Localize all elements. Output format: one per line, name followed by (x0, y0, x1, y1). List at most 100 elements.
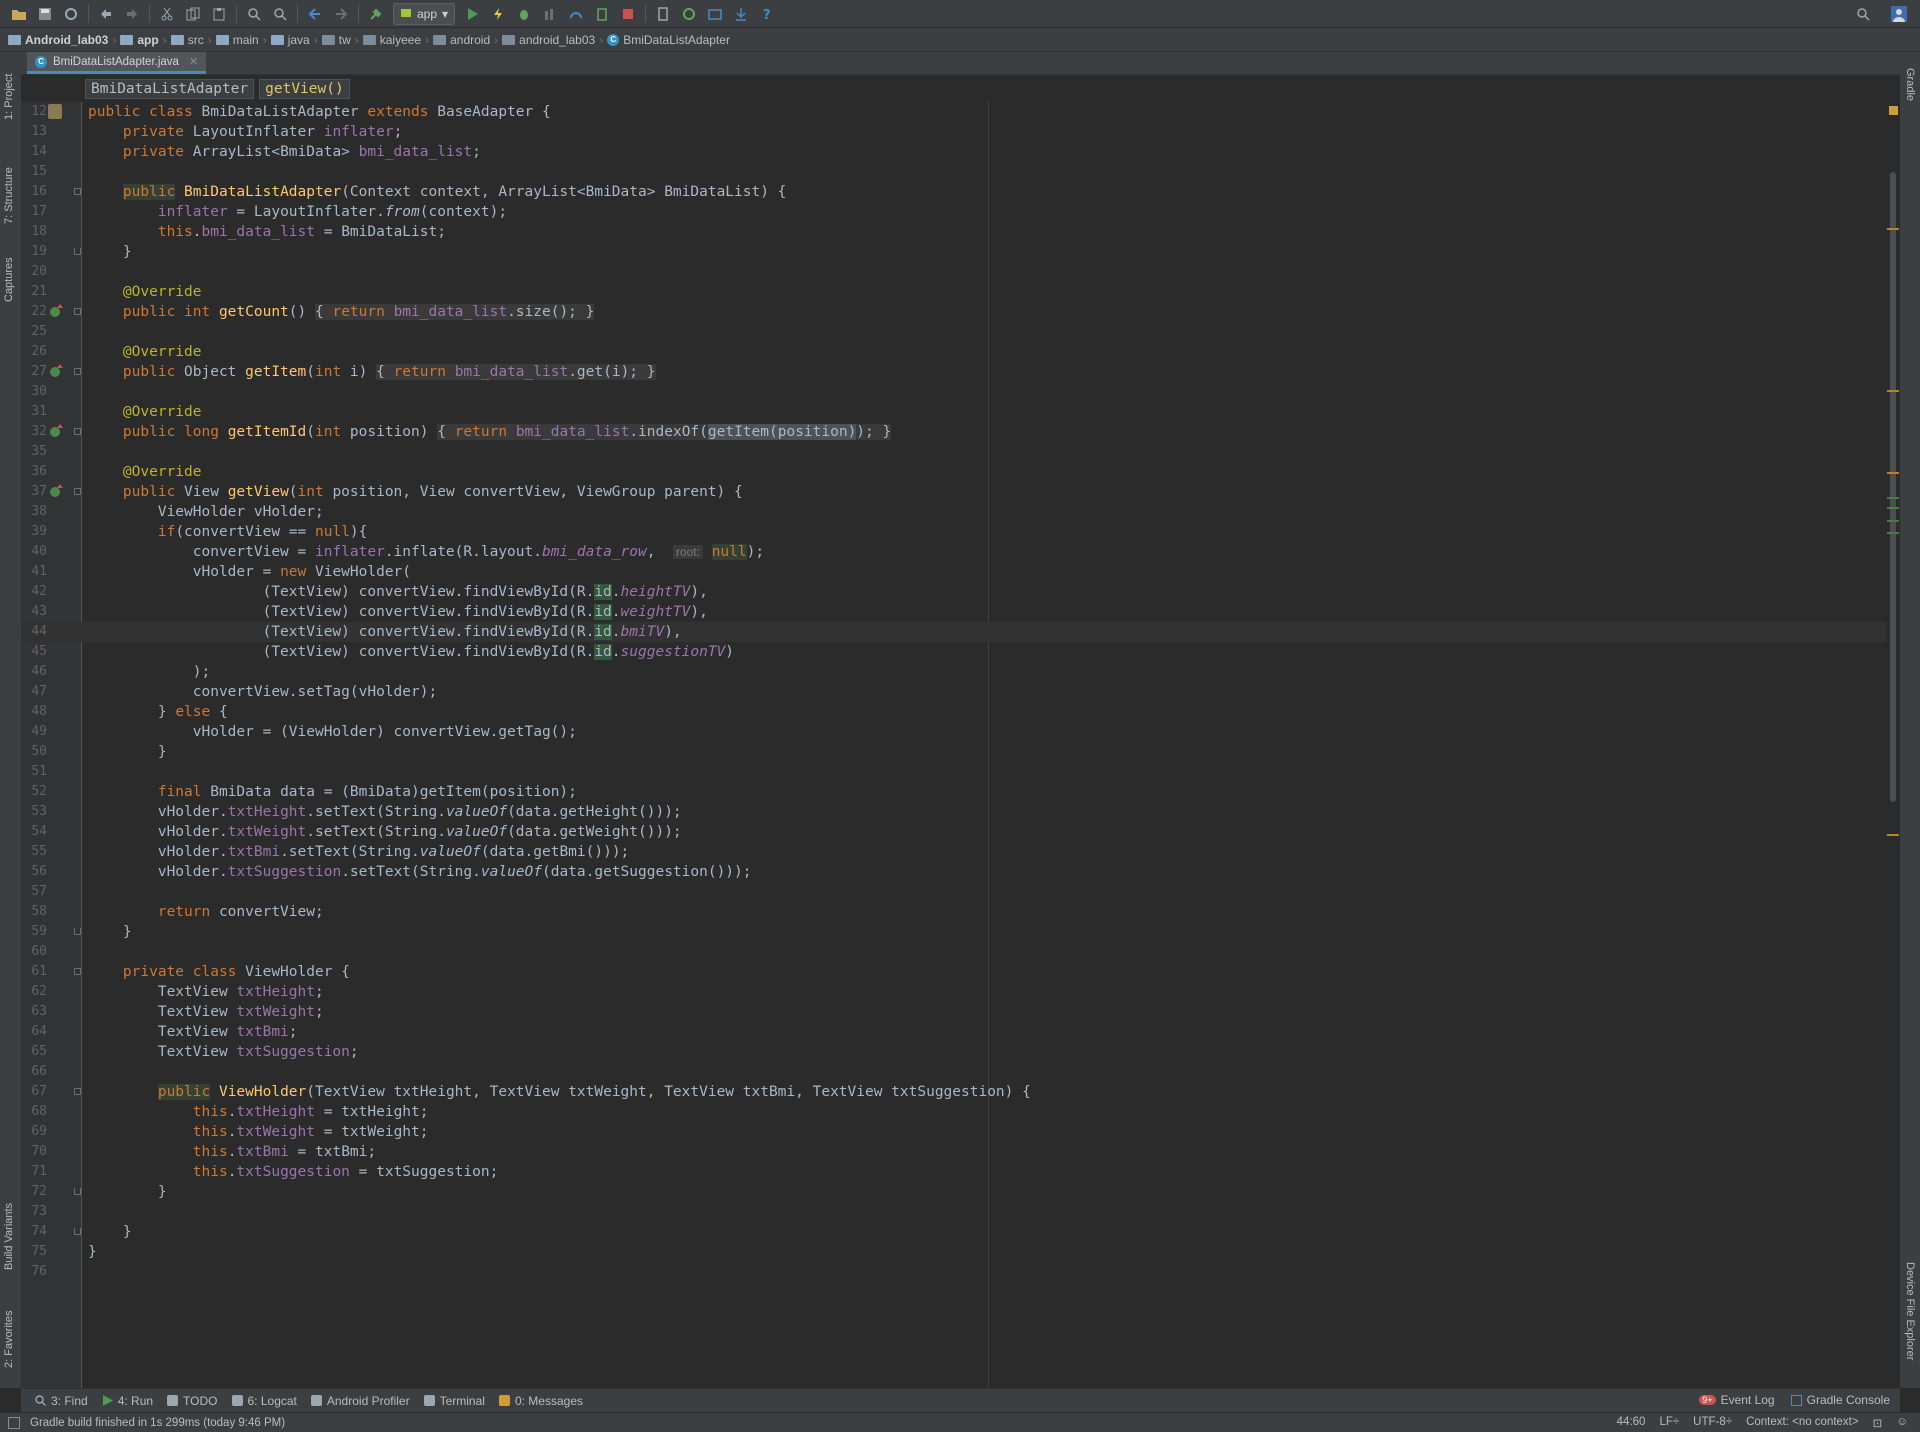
fold-marker-icon[interactable] (74, 308, 81, 315)
line-number[interactable]: 31 (23, 402, 47, 422)
code-line[interactable]: 67 public ViewHolder(TextView txtHeight,… (21, 1082, 1886, 1102)
code-text[interactable]: vHolder.txtSuggestion.setText(String.val… (88, 862, 752, 882)
code-line[interactable]: 68 this.txtHeight = txtHeight; (21, 1102, 1886, 1122)
code-text[interactable]: (TextView) convertView.findViewById(R.id… (88, 582, 708, 602)
code-text[interactable]: if(convertView == null){ (88, 522, 368, 542)
code-line[interactable]: 39 if(convertView == null){ (21, 522, 1886, 542)
line-separator[interactable]: LF÷ (1659, 1416, 1679, 1430)
code-text[interactable]: TextView txtWeight; (88, 1002, 324, 1022)
device-file-explorer-tool-tab[interactable]: Device File Explorer (1900, 1262, 1920, 1387)
code-text[interactable]: convertView.setTag(vHolder); (88, 682, 437, 702)
run-configuration-dropdown[interactable]: app ▾ (393, 2, 456, 25)
context-indicator[interactable]: Context: <no context> (1746, 1416, 1859, 1430)
code-line[interactable]: 47 convertView.setTag(vHolder); (21, 682, 1886, 702)
code-text[interactable]: public Object getItem(int i) { return bm… (88, 362, 656, 382)
run-icon[interactable] (462, 4, 482, 24)
line-number[interactable]: 44 (23, 622, 47, 642)
fold-marker-icon[interactable] (74, 968, 81, 975)
breadcrumb-item[interactable]: android (433, 33, 490, 47)
code-line[interactable]: 75} (21, 1242, 1886, 1262)
breadcrumb-item[interactable]: C BmiDataListAdapter (607, 33, 730, 47)
warning-stripe[interactable] (1887, 228, 1899, 230)
tool-window-4-run[interactable]: 4: Run (102, 1394, 153, 1408)
code-line[interactable]: 19 } (21, 242, 1886, 262)
class-hierarchy-icon[interactable] (48, 104, 62, 119)
code-line[interactable]: 26 @Override (21, 342, 1886, 362)
code-line[interactable]: 59 } (21, 922, 1886, 942)
code-text[interactable]: TextView txtSuggestion; (88, 1042, 359, 1062)
line-number[interactable]: 32 (23, 422, 47, 442)
code-line[interactable]: 38 ViewHolder vHolder; (21, 502, 1886, 522)
override-method-icon[interactable] (50, 484, 63, 497)
code-line[interactable]: 18 this.bmi_data_list = BmiDataList; (21, 222, 1886, 242)
code-text[interactable]: ViewHolder vHolder; (88, 502, 324, 522)
code-line[interactable]: 44 (TextView) convertView.findViewById(R… (21, 622, 1886, 642)
code-line[interactable]: 48 } else { (21, 702, 1886, 722)
fold-marker-icon[interactable] (74, 1228, 81, 1235)
line-number[interactable]: 35 (23, 442, 47, 462)
code-line[interactable]: 69 this.txtWeight = txtWeight; (21, 1122, 1886, 1142)
build-variants-tool-tab[interactable]: Build Variants (0, 1180, 21, 1275)
code-text[interactable]: } (88, 742, 167, 762)
warning-stripe[interactable] (1887, 472, 1899, 474)
line-number[interactable]: 38 (23, 502, 47, 522)
code-text[interactable]: } (88, 922, 132, 942)
avd-manager-icon[interactable] (653, 4, 673, 24)
gradle-console-button[interactable]: Gradle Console (1790, 1393, 1890, 1407)
line-number[interactable]: 45 (23, 642, 47, 662)
change-stripe[interactable] (1887, 507, 1899, 509)
cut-icon[interactable] (157, 4, 177, 24)
line-number[interactable]: 13 (23, 122, 47, 142)
line-number[interactable]: 74 (23, 1222, 47, 1242)
fold-marker-icon[interactable] (74, 1188, 81, 1195)
code-line[interactable]: 36 @Override (21, 462, 1886, 482)
line-number[interactable]: 37 (23, 482, 47, 502)
code-text[interactable]: } (88, 1242, 97, 1262)
replace-icon[interactable] (270, 4, 290, 24)
line-number[interactable]: 26 (23, 342, 47, 362)
user-avatar-icon[interactable] (1889, 4, 1909, 24)
code-line[interactable]: 31 @Override (21, 402, 1886, 422)
code-text[interactable]: } (88, 1182, 167, 1202)
line-number[interactable]: 22 (23, 302, 47, 322)
line-number[interactable]: 72 (23, 1182, 47, 1202)
code-line[interactable]: 56 vHolder.txtSuggestion.setText(String.… (21, 862, 1886, 882)
code-line[interactable]: 27 public Object getItem(int i) { return… (21, 362, 1886, 382)
line-number[interactable]: 73 (23, 1202, 47, 1222)
code-text[interactable]: vHolder = new ViewHolder( (88, 562, 411, 582)
breadcrumb-item[interactable]: src (170, 33, 204, 47)
structure-method-chip[interactable]: getView() (259, 78, 350, 99)
code-text[interactable]: vHolder.txtHeight.setText(String.valueOf… (88, 802, 682, 822)
code-text[interactable]: TextView txtHeight; (88, 982, 324, 1002)
project-structure-icon[interactable] (705, 4, 725, 24)
line-number[interactable]: 76 (23, 1262, 47, 1282)
code-line[interactable]: 32 public long getItemId(int position) {… (21, 422, 1886, 442)
structure-class-chip[interactable]: BmiDataListAdapter (85, 78, 255, 99)
captures-tool-tab[interactable]: Captures (0, 242, 21, 312)
code-line[interactable]: 41 vHolder = new ViewHolder( (21, 562, 1886, 582)
hector-icon[interactable]: ☺ (1896, 1416, 1908, 1430)
back-icon[interactable] (305, 4, 325, 24)
line-number[interactable]: 52 (23, 782, 47, 802)
line-number[interactable]: 62 (23, 982, 47, 1002)
code-line[interactable]: 54 vHolder.txtWeight.setText(String.valu… (21, 822, 1886, 842)
line-number[interactable]: 60 (23, 942, 47, 962)
close-icon[interactable]: ✕ (189, 55, 198, 68)
code-text[interactable]: vHolder.txtWeight.setText(String.valueOf… (88, 822, 682, 842)
attach-debugger-icon[interactable] (592, 4, 612, 24)
status-message[interactable]: Gradle build finished in 1s 299ms (today… (30, 1417, 285, 1429)
tool-window-0-messages[interactable]: 0: Messages (498, 1394, 583, 1408)
code-line[interactable]: 70 this.txtBmi = txtBmi; (21, 1142, 1886, 1162)
code-text[interactable]: @Override (88, 282, 202, 302)
line-number[interactable]: 54 (23, 822, 47, 842)
sync-icon[interactable] (61, 4, 81, 24)
code-text[interactable]: (TextView) convertView.findViewById(R.id… (88, 602, 708, 622)
save-icon[interactable] (35, 4, 55, 24)
code-text[interactable]: @Override (88, 462, 202, 482)
override-method-icon[interactable] (50, 424, 63, 437)
breadcrumb-item[interactable]: main (215, 33, 259, 47)
undo-icon[interactable] (96, 4, 116, 24)
paste-icon[interactable] (209, 4, 229, 24)
profile-icon[interactable] (566, 4, 586, 24)
code-line[interactable]: 66 (21, 1062, 1886, 1082)
